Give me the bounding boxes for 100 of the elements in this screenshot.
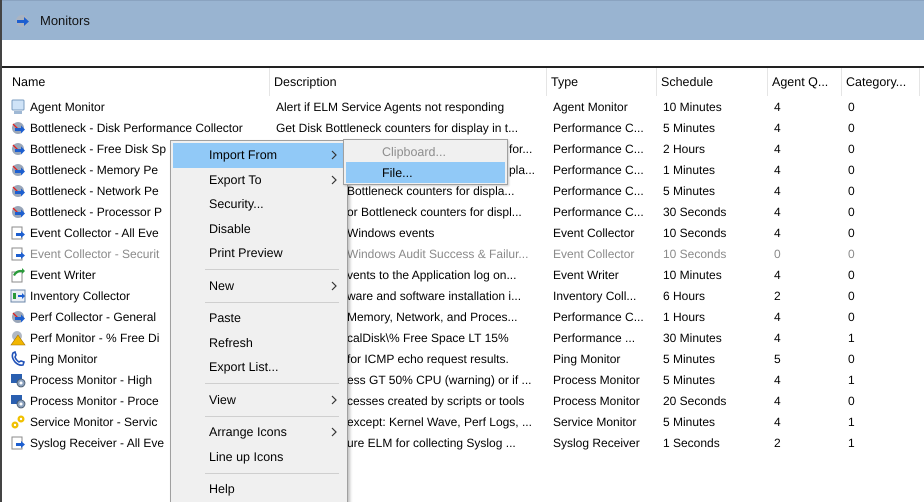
table-cell: Performance C... bbox=[553, 120, 644, 134]
document-arrow-icon bbox=[10, 224, 26, 240]
menu-item[interactable]: Arrange Icons bbox=[173, 420, 345, 444]
menu-item[interactable]: Print Preview bbox=[173, 241, 345, 266]
table-cell: Event Writer bbox=[553, 268, 619, 282]
table-cell: 10 Minutes bbox=[663, 100, 722, 114]
table-cell: 4 bbox=[774, 142, 781, 156]
monitor-name[interactable]: Event Collector - All Eve bbox=[30, 226, 159, 240]
table-cell: Memory, Network, and Proces... bbox=[347, 310, 518, 324]
table-cell: ure ELM for collecting Syslog ... bbox=[347, 436, 516, 450]
table-cell: 2 bbox=[774, 288, 781, 302]
menu-item[interactable]: Refresh bbox=[173, 330, 345, 355]
table-cell: 0 bbox=[848, 162, 855, 176]
table-cell: Event Collector bbox=[553, 226, 634, 240]
table-cell: Performance C... bbox=[553, 204, 644, 218]
monitor-name[interactable]: Perf Collector - General bbox=[30, 310, 156, 324]
inventory-icon bbox=[10, 288, 26, 304]
table-cell: Syslog Receiver bbox=[553, 436, 640, 450]
menu-item[interactable]: Paste bbox=[173, 306, 345, 330]
table-cell: 4 bbox=[774, 204, 781, 218]
menu-item[interactable]: New bbox=[173, 274, 345, 298]
column-header[interactable]: Name bbox=[8, 68, 270, 96]
table-cell: 10 Seconds bbox=[663, 226, 726, 240]
menu-item[interactable]: Help bbox=[173, 477, 345, 502]
table-cell: except: Kernel Wave, Perf Logs, ... bbox=[347, 414, 532, 428]
table-cell: Windows events bbox=[347, 226, 434, 240]
table-cell: 0 bbox=[848, 120, 855, 134]
table-cell: 0 bbox=[774, 246, 781, 260]
column-header[interactable]: Schedule bbox=[657, 68, 768, 96]
table-cell: Get Disk Bottleneck counters for display in t... bbox=[276, 120, 518, 134]
menu-item[interactable]: File... bbox=[346, 162, 505, 183]
monitor-name[interactable]: Agent Monitor bbox=[30, 100, 105, 114]
table-cell: 4 bbox=[774, 330, 781, 344]
monitor-name[interactable]: Syslog Receiver - All Eve bbox=[30, 436, 164, 450]
table-cell: 4 bbox=[774, 100, 781, 114]
monitor-name[interactable]: Event Writer bbox=[30, 268, 96, 282]
table-cell: cesses created by scripts or tools bbox=[347, 394, 524, 408]
table-cell: for ICMP echo request results. bbox=[347, 352, 509, 366]
table-cell: Process Monitor bbox=[553, 394, 640, 408]
table-cell: 2 bbox=[774, 436, 781, 450]
table-cell: 30 Seconds bbox=[663, 204, 726, 218]
monitor-name[interactable]: Bottleneck - Processor P bbox=[30, 204, 162, 218]
menu-item[interactable]: Import From bbox=[173, 143, 345, 168]
table-cell: 0 bbox=[848, 310, 855, 324]
monitor-name[interactable]: Perf Monitor - % Free Di bbox=[30, 330, 160, 344]
table-cell: Performance C... bbox=[553, 184, 644, 198]
menu-item[interactable]: Disable bbox=[173, 216, 345, 241]
table-cell: Bottleneck counters for displa... bbox=[347, 184, 514, 198]
table-cell: for... bbox=[509, 142, 532, 156]
monitor-icon bbox=[10, 98, 26, 114]
table-cell: 0 bbox=[848, 246, 855, 260]
monitor-name[interactable]: Service Monitor - Servic bbox=[30, 414, 158, 428]
column-header[interactable]: Type bbox=[547, 68, 657, 96]
monitor-name[interactable]: Bottleneck - Network Pe bbox=[30, 184, 159, 198]
table-cell: 1 bbox=[848, 436, 855, 450]
table-cell: 4 bbox=[774, 184, 781, 198]
table-cell: 10 Minutes bbox=[663, 268, 722, 282]
menu-item[interactable]: Security... bbox=[173, 192, 345, 216]
monitor-name[interactable]: Process Monitor - High bbox=[30, 372, 152, 386]
phone-icon bbox=[10, 350, 26, 366]
menu-item[interactable]: Export List... bbox=[173, 355, 345, 380]
column-header[interactable]: Agent Q... bbox=[768, 68, 842, 96]
monitor-name[interactable]: Bottleneck - Memory Pe bbox=[30, 162, 158, 176]
table-cell: 4 bbox=[774, 162, 781, 176]
table-cell: 6 Hours bbox=[663, 288, 706, 302]
table-cell: 1 bbox=[848, 330, 855, 344]
table-cell: Event Collector bbox=[553, 246, 634, 260]
table-cell: Performance C... bbox=[553, 310, 644, 324]
table-cell: 4 bbox=[774, 120, 781, 134]
monitor-name[interactable]: Inventory Collector bbox=[30, 288, 130, 302]
monitor-name[interactable]: Process Monitor - Proce bbox=[30, 394, 159, 408]
table-cell: Alert if ELM Service Agents not responding bbox=[276, 100, 504, 114]
table-cell: 2 Hours bbox=[663, 142, 706, 156]
monitor-name[interactable]: Ping Monitor bbox=[30, 352, 98, 366]
table-cell: 1 Minutes bbox=[663, 162, 716, 176]
table-cell: 4 bbox=[774, 414, 781, 428]
table-cell: 4 bbox=[774, 268, 781, 282]
table-cell: Performance C... bbox=[553, 142, 644, 156]
menu-item[interactable]: Line up Icons bbox=[173, 444, 345, 469]
column-header[interactable]: Category... bbox=[842, 68, 920, 96]
table-cell: 0 bbox=[848, 142, 855, 156]
table-cell: 5 Minutes bbox=[663, 120, 716, 134]
table-cell: 1 bbox=[848, 414, 855, 428]
menu-item[interactable]: Export To bbox=[173, 168, 345, 192]
table-cell: 5 bbox=[774, 352, 781, 366]
table-cell: 0 bbox=[848, 288, 855, 302]
table-cell: ware and software installation i... bbox=[347, 288, 522, 302]
table-cell: 5 Minutes bbox=[663, 414, 716, 428]
table-cell: 5 Minutes bbox=[663, 352, 716, 366]
monitor-name[interactable]: Bottleneck - Free Disk Sp bbox=[30, 142, 166, 156]
menu-item[interactable]: View bbox=[173, 388, 345, 412]
warning-icon bbox=[10, 330, 26, 346]
table-cell: 1 bbox=[848, 372, 855, 386]
column-header[interactable]: Description bbox=[270, 68, 547, 96]
table-cell: 4 bbox=[774, 226, 781, 240]
table-cell: 30 Minutes bbox=[663, 330, 722, 344]
table-cell: 0 bbox=[848, 100, 855, 114]
monitor-name[interactable]: Bottleneck - Disk Performance Collector bbox=[30, 120, 243, 134]
table-cell: 0 bbox=[848, 184, 855, 198]
table-cell: ess GT 50% CPU (warning) or if ... bbox=[347, 372, 532, 386]
